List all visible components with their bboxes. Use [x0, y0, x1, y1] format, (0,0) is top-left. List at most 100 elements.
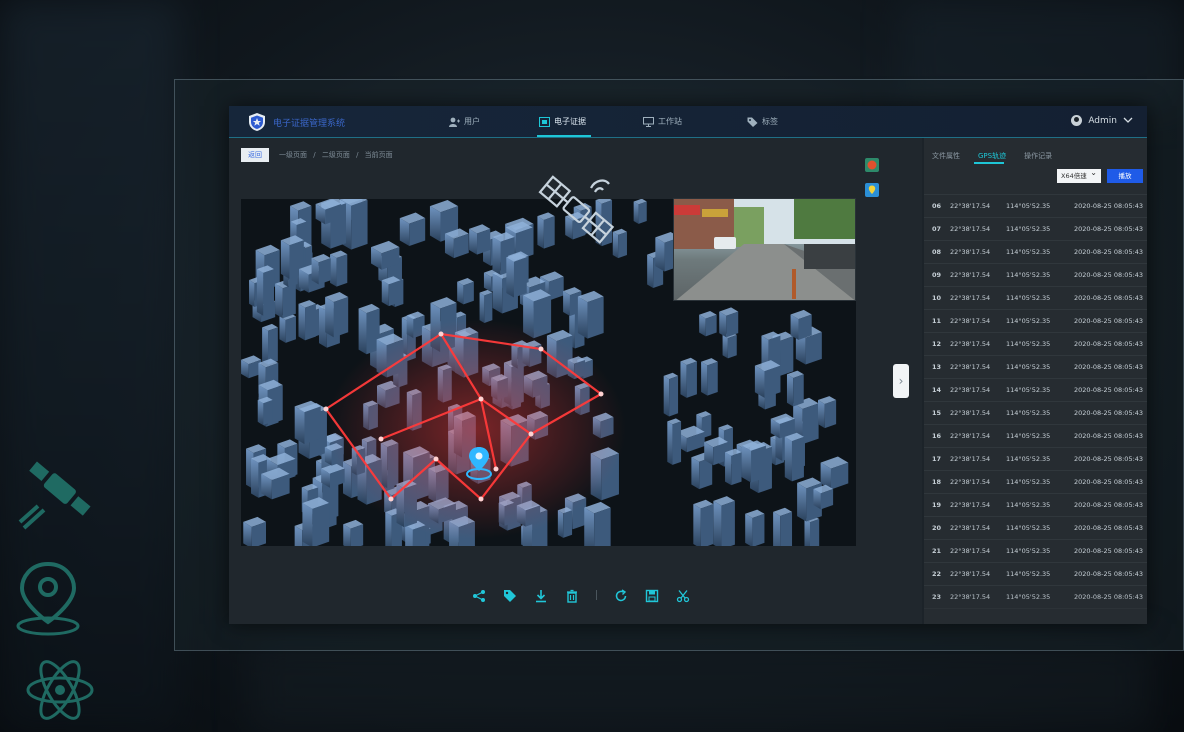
playback-speed-select[interactable]: X64倍速 [1057, 166, 1101, 183]
gps-cell-idx: 11 [932, 317, 942, 325]
building-face [633, 201, 639, 224]
nav-item-workstation[interactable]: 工作站 [643, 116, 682, 127]
map-layer-button[interactable] [865, 157, 879, 172]
building-face [282, 283, 296, 319]
building-face [358, 308, 367, 355]
play-button[interactable]: 播放 [1107, 169, 1143, 183]
nav-item-tags[interactable]: 标签 [747, 116, 778, 127]
user-menu[interactable]: Admin [1071, 115, 1133, 126]
evidence-icon [539, 116, 550, 127]
breadcrumb-separator: / [356, 151, 359, 159]
gps-cell-lng: 114°05'52.35 [1006, 202, 1051, 210]
building-face [388, 280, 401, 307]
gps-track-list[interactable]: 0522°38'17.54114°05'52.352020-08-25 08:0… [924, 186, 1147, 624]
gps-track-row[interactable]: 13 22°38'17.54 114°05'52.35 2020-08-25 08:0… [924, 356, 1147, 379]
building-face [707, 361, 718, 396]
gps-track-row[interactable]: 08 22°38'17.54 114°05'52.35 2020-08-25 08:0… [924, 241, 1147, 264]
gps-track-row[interactable]: 19 22°38'17.54 114°05'52.35 2020-08-25 08:0… [924, 494, 1147, 517]
toolbar-divider [596, 590, 597, 600]
tab-operation-log[interactable]: 操作记录 [1024, 151, 1052, 161]
gps-cell-idx: 14 [932, 386, 942, 394]
building-face [492, 236, 501, 276]
gps-cell-idx: 07 [932, 225, 942, 233]
tag-icon[interactable] [503, 588, 517, 602]
building-face [325, 297, 334, 338]
gps-track-row[interactable]: 16 22°38'17.54 114°05'52.35 2020-08-25 08:0… [924, 425, 1147, 448]
save-icon[interactable] [645, 588, 659, 603]
gps-cell-time: 2020-08-25 08:05:43 [1074, 363, 1144, 371]
gps-track-row[interactable]: 07 22°38'17.54 114°05'52.35 2020-08-25 08:0… [924, 218, 1147, 241]
gps-cell-lng: 114°05'52.35 [1006, 455, 1051, 463]
building-face [484, 292, 493, 323]
building-face [701, 361, 708, 396]
top-navigation-bar: 电子证据管理系统 用户 电子证据 工作站 标签 Admin [229, 106, 1147, 138]
building-face [754, 365, 765, 398]
nav-item-users[interactable]: 用户 [449, 116, 480, 127]
tab-file-properties[interactable]: 文件属性 [932, 151, 960, 161]
gps-cell-lat: 22°38'17.54 [950, 363, 991, 371]
gps-cell-lng: 114°05'52.35 [1006, 547, 1051, 555]
nav-active-underline [537, 135, 591, 137]
expand-panel-button[interactable]: › [893, 364, 909, 398]
back-button[interactable]: 返回 [241, 148, 269, 162]
building-face [793, 374, 804, 407]
gps-track-row[interactable]: 17 22°38'17.54 114°05'52.35 2020-08-25 08:0… [924, 448, 1147, 471]
gps-track-row[interactable]: 06 22°38'17.54 114°05'52.35 2020-08-25 08:0… [924, 195, 1147, 218]
building-face [693, 504, 701, 546]
building-face [249, 279, 255, 307]
building-face [805, 332, 822, 365]
breadcrumb-item-level1[interactable]: 一级页面 [279, 151, 307, 159]
building-face [294, 406, 305, 445]
gps-track-row[interactable]: 09 22°38'17.54 114°05'52.35 2020-08-25 08:0… [924, 264, 1147, 287]
building-face [429, 206, 441, 242]
street-photo-thumbnail[interactable] [673, 198, 856, 301]
main-content: 返回 一级页面 / 二级页面 / 当前页面 › [229, 138, 922, 624]
delete-icon[interactable] [565, 588, 579, 603]
cut-icon[interactable] [676, 588, 690, 603]
refresh-icon[interactable] [614, 588, 628, 602]
building-face [686, 361, 697, 398]
gps-track-row[interactable]: 11 22°38'17.54 114°05'52.35 2020-08-25 08:0… [924, 310, 1147, 333]
gps-cell-lat: 22°38'17.54 [950, 501, 991, 509]
gps-track-row[interactable]: 10 22°38'17.54 114°05'52.35 2020-08-25 08:0… [924, 287, 1147, 310]
building-face [506, 257, 514, 298]
gps-track-row[interactable]: 14 22°38'17.54 114°05'52.35 2020-08-25 08:0… [924, 379, 1147, 402]
gps-cell-lng: 114°05'52.35 [1006, 271, 1051, 279]
gps-cell-lat: 22°38'17.54 [950, 432, 991, 440]
nav-item-evidence[interactable]: 电子证据 [539, 116, 586, 127]
building-face [311, 258, 319, 285]
breadcrumb-item-level2[interactable]: 二级页面 [322, 151, 350, 159]
building-face [275, 283, 283, 319]
gps-track-row[interactable]: 21 22°38'17.54 114°05'52.35 2020-08-25 08:0… [924, 540, 1147, 563]
gps-track-row[interactable]: 20 22°38'17.54 114°05'52.35 2020-08-25 08:0… [924, 517, 1147, 540]
gps-cell-idx: 17 [932, 455, 942, 463]
building-face [727, 334, 737, 359]
gps-cell-lat: 22°38'17.54 [950, 570, 991, 578]
gps-cell-time: 2020-08-25 08:05:43 [1074, 478, 1144, 486]
download-icon[interactable] [534, 588, 548, 603]
building-face [672, 421, 682, 465]
building-face [824, 400, 837, 429]
building-face [587, 296, 604, 339]
gps-cell-idx: 09 [932, 271, 942, 279]
map-location-button[interactable] [865, 182, 879, 197]
gps-track-row[interactable]: 0522°38'17.54114°05'52.352020-08-25 08:0… [924, 186, 1147, 195]
share-icon[interactable] [472, 588, 486, 602]
building-face [268, 327, 278, 365]
gps-cell-time: 2020-08-25 08:05:43 [1074, 524, 1144, 532]
gps-track-row[interactable]: 22 22°38'17.54 114°05'52.35 2020-08-25 08:0… [924, 563, 1147, 586]
building-face [647, 254, 654, 288]
gps-cell-lat: 22°38'17.54 [950, 248, 991, 256]
gps-track-row[interactable]: 18 22°38'17.54 114°05'52.35 2020-08-25 08:0… [924, 471, 1147, 494]
gps-cell-lng: 114°05'52.35 [1006, 432, 1051, 440]
shield-logo-icon [247, 112, 267, 132]
building-face [333, 297, 349, 338]
gps-track-row[interactable]: 15 22°38'17.54 114°05'52.35 2020-08-25 08:0… [924, 402, 1147, 425]
location-pin-icon [14, 560, 106, 640]
tab-gps-track[interactable]: GPS轨迹 [978, 151, 1006, 161]
building-face [809, 519, 820, 546]
avatar [1071, 115, 1083, 126]
gps-cell-lng: 114°05'52.35 [1006, 409, 1051, 417]
gps-track-row[interactable]: 12 22°38'17.54 114°05'52.35 2020-08-25 08:0… [924, 333, 1147, 356]
gps-cell-time: 2020-08-25 08:05:43 [1074, 455, 1144, 463]
